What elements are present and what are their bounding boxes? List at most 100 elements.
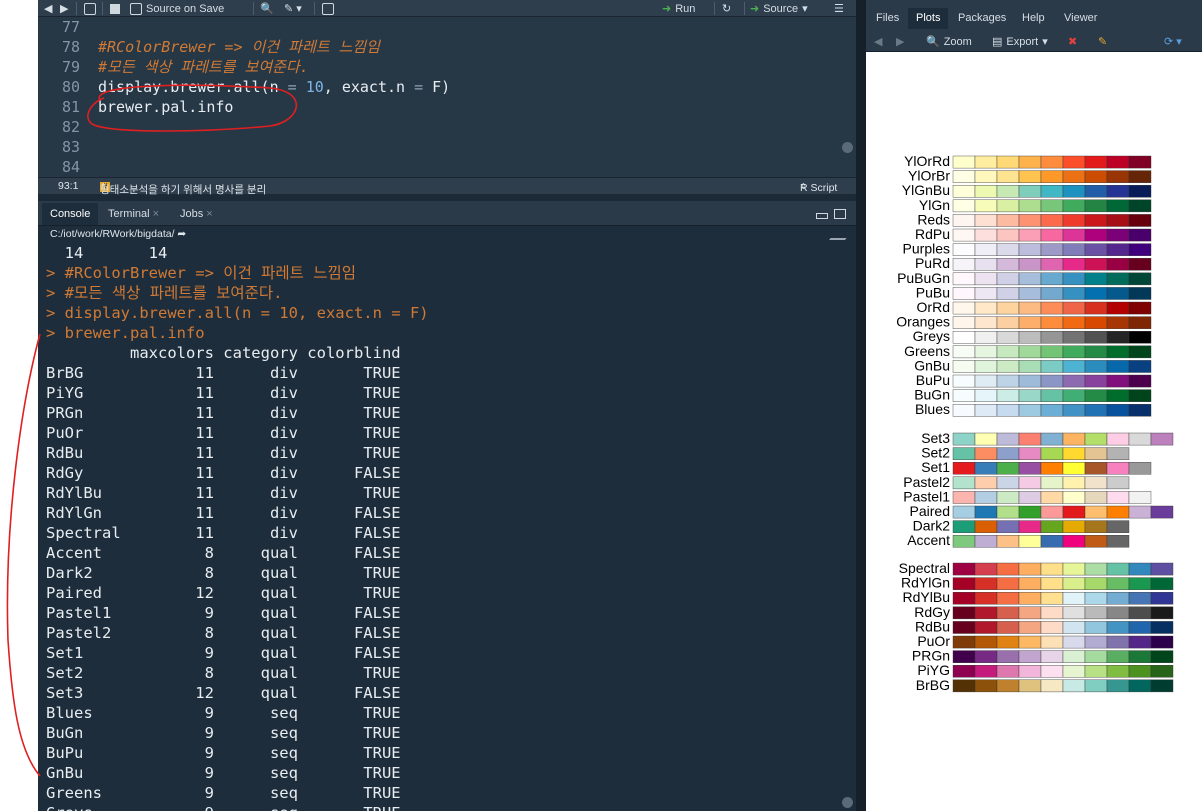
source-button[interactable]: ➜ Source ▾ bbox=[750, 1, 808, 16]
palette-swatch bbox=[996, 214, 1020, 227]
working-directory[interactable]: C:/iot/work/RWork/bigdata/ ➦ bbox=[38, 226, 856, 243]
palette-swatch bbox=[996, 432, 1020, 446]
console-output: Set2 8 qual TRUE bbox=[46, 664, 401, 682]
palette-swatch bbox=[996, 331, 1020, 344]
palette-swatch bbox=[1084, 462, 1108, 475]
forward-arrow-icon[interactable]: ▶ bbox=[60, 1, 68, 16]
run-button[interactable]: ➜ Run bbox=[662, 1, 695, 16]
palette-swatch bbox=[974, 389, 998, 402]
palette-swatch bbox=[1084, 316, 1108, 329]
palette-swatch bbox=[974, 520, 998, 533]
console-scrollbar[interactable] bbox=[842, 797, 853, 808]
palette-label: Paired bbox=[910, 503, 950, 519]
palette-swatch bbox=[1128, 462, 1152, 475]
palette-swatch bbox=[1062, 650, 1086, 663]
close-icon[interactable]: × bbox=[206, 208, 212, 220]
palette-swatch bbox=[1106, 621, 1130, 634]
palette-swatch bbox=[1084, 374, 1108, 388]
palette-swatch bbox=[1018, 592, 1042, 605]
palette-swatch bbox=[952, 592, 976, 605]
palette-swatch bbox=[974, 491, 998, 504]
palette-swatch bbox=[974, 432, 998, 446]
code-line[interactable]: #RColorBrewer => 이건 파레트 느낌임 bbox=[98, 37, 380, 57]
palette-swatch bbox=[1150, 606, 1174, 620]
close-icon[interactable]: × bbox=[153, 208, 159, 220]
palette-swatch bbox=[974, 592, 998, 605]
zoom-button[interactable]: 🔍 Zoom bbox=[926, 34, 972, 49]
palette-swatch bbox=[1084, 606, 1108, 620]
editor-scrollbar[interactable] bbox=[842, 142, 853, 153]
rerun-icon[interactable]: ↻ bbox=[722, 1, 731, 16]
palette-swatch bbox=[1040, 170, 1064, 183]
palette-swatch bbox=[1128, 155, 1152, 169]
palette-swatch bbox=[952, 155, 976, 169]
palette-swatch bbox=[1040, 462, 1064, 475]
back-arrow-icon[interactable]: ◀ bbox=[44, 1, 52, 16]
palette-swatch bbox=[1018, 650, 1042, 663]
console-pane[interactable]: Console Terminal × Jobs × C:/iot/work/RWor… bbox=[38, 201, 856, 811]
tab-console[interactable]: Console bbox=[42, 203, 99, 225]
code-line[interactable]: brewer.pal.info bbox=[98, 97, 233, 117]
tab-terminal[interactable]: Terminal × bbox=[100, 203, 167, 225]
console-command: > brewer.pal.info bbox=[46, 324, 205, 342]
palette-swatch bbox=[1128, 665, 1152, 678]
palette-swatch bbox=[996, 404, 1020, 417]
palette-swatch bbox=[1150, 650, 1174, 663]
tab-packages[interactable]: Packages bbox=[950, 8, 1014, 29]
prev-plot-icon[interactable]: ◀ bbox=[874, 34, 882, 49]
source-on-save-checkbox[interactable]: Source on Save bbox=[130, 1, 224, 16]
palette-swatch bbox=[996, 257, 1020, 271]
tab-plots[interactable]: Plots bbox=[908, 8, 949, 29]
palette-swatch bbox=[1018, 374, 1042, 388]
search-icon[interactable]: 🔍 bbox=[260, 1, 274, 16]
palette-label: YlGn bbox=[919, 197, 950, 213]
palette-swatch bbox=[996, 243, 1020, 256]
plot-area: YlOrRd YlOrBr YlGnBu YlGn Reds RdPu Purples PuR… bbox=[866, 52, 1202, 811]
palette-swatch bbox=[1084, 650, 1108, 663]
maximize-icon[interactable] bbox=[834, 209, 846, 219]
palette-swatch bbox=[1040, 316, 1064, 329]
palette-swatch bbox=[974, 345, 998, 359]
code-line[interactable]: display.brewer.all(n = 10, exact.n = F) bbox=[98, 77, 450, 97]
palette-swatch bbox=[1128, 345, 1152, 359]
palette-swatch bbox=[1106, 665, 1130, 678]
zoom-icon: 🔍 bbox=[926, 36, 940, 48]
palette-swatch bbox=[1040, 520, 1064, 533]
remove-plot-icon[interactable]: ✖ bbox=[1068, 34, 1077, 49]
palette-swatch bbox=[974, 214, 998, 227]
checkbox-icon bbox=[130, 2, 142, 15]
palette-swatch bbox=[1062, 665, 1086, 678]
palette-swatch bbox=[1062, 331, 1086, 344]
palette-label: Pastel2 bbox=[903, 474, 950, 490]
tab-files[interactable]: Files bbox=[868, 8, 907, 29]
palette-swatch bbox=[996, 621, 1020, 634]
palette-swatch bbox=[996, 360, 1020, 373]
tab-jobs[interactable]: Jobs × bbox=[172, 203, 221, 225]
wand-icon[interactable]: ✎ ▾ bbox=[284, 1, 302, 16]
notebook-icon[interactable] bbox=[322, 1, 334, 16]
next-plot-icon[interactable]: ▶ bbox=[896, 34, 904, 49]
palette-swatch bbox=[1040, 272, 1064, 286]
save-icon[interactable] bbox=[110, 1, 120, 16]
tab-viewer[interactable]: Viewer bbox=[1056, 8, 1105, 29]
popout-icon[interactable] bbox=[84, 1, 96, 16]
code-line[interactable]: #모든 색상 파레트를 보여준다. bbox=[98, 57, 309, 77]
console-output: Blues 9 seq TRUE bbox=[46, 704, 401, 722]
source-editor[interactable]: ◀ ▶ Source on Save 🔍 ✎ ▾ ➜ Run ↻ ➜ Sourc… bbox=[38, 0, 856, 196]
line-number: 84 bbox=[61, 158, 80, 176]
palette-swatch bbox=[1062, 491, 1086, 504]
palette-swatch bbox=[1128, 635, 1152, 649]
pane-splitter[interactable] bbox=[856, 0, 866, 811]
goto-dir-icon[interactable]: ➦ bbox=[177, 228, 186, 240]
export-button[interactable]: ▤ Export ▾ bbox=[992, 34, 1048, 49]
palette-swatch bbox=[1106, 170, 1130, 183]
palette-swatch bbox=[1062, 606, 1086, 620]
minimize-icon[interactable] bbox=[816, 213, 828, 219]
refresh-icon[interactable]: ⟳ ▾ bbox=[1164, 34, 1182, 49]
palette-swatch bbox=[1040, 301, 1064, 315]
clear-plots-icon[interactable]: ✎ bbox=[1098, 34, 1107, 49]
tab-help[interactable]: Help bbox=[1014, 8, 1053, 29]
palette-swatch bbox=[1106, 432, 1130, 446]
palette-swatch bbox=[1018, 432, 1042, 446]
outline-icon[interactable]: ☰ bbox=[834, 1, 844, 16]
